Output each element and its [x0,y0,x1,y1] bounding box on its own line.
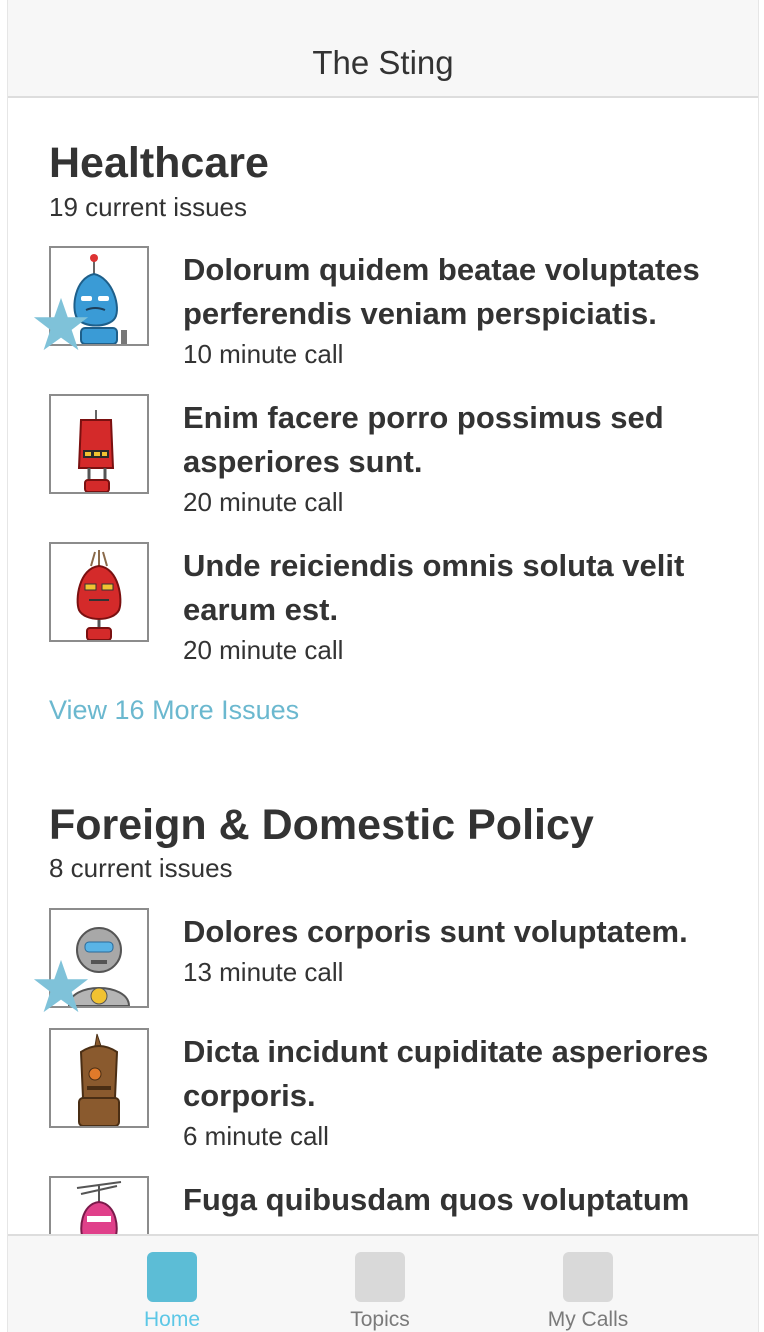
issue-item[interactable]: Dolorum quidem beatae voluptates perfere… [33,246,729,376]
robot-avatar [33,908,149,1013]
issue-item[interactable]: Dolores corporis sunt voluptatem. 13 min… [33,908,729,1018]
issue-item[interactable]: Dicta incidunt cupiditate asperiores cor… [49,1028,729,1158]
issues-feed[interactable]: Healthcare 19 current issues Dolorum qui… [8,98,758,1234]
home-icon [147,1252,197,1302]
issue-duration: 10 minute call [183,339,344,369]
robot-icon [76,550,122,640]
robot-avatar [49,542,149,642]
bottom-tab-bar: Home Topics My Calls [8,1234,758,1332]
section-count: 19 current issues [49,192,247,222]
robot-avatar [49,1028,149,1128]
issue-duration: 20 minute call [183,487,344,517]
robot-avatar [49,1176,149,1234]
issue-item[interactable]: Fuga quibusdam quos voluptatum [49,1176,729,1234]
tab-label: Home [143,1308,201,1331]
issue-title[interactable]: Fuga quibusdam quos voluptatum [183,1178,743,1222]
star-icon[interactable] [32,296,90,354]
issue-duration: 20 minute call [183,635,344,665]
robot-icon [77,410,115,492]
app-frame: The Sting Healthcare 19 current issues D… [7,0,759,1332]
section-title-foreign-domestic-policy: Foreign & Domestic Policy [49,801,594,849]
issue-title[interactable]: Enim facere porro possimus sed asperiore… [183,396,743,484]
robot-icon [78,1033,120,1126]
robot-avatar [33,246,149,351]
tab-topics[interactable]: Topics [310,1252,450,1332]
issue-title[interactable]: Dolores corporis sunt voluptatem. [183,910,743,954]
robot-avatar [49,394,149,494]
tab-label: Topics [350,1308,410,1331]
tab-label: My Calls [547,1308,629,1331]
section-title-healthcare: Healthcare [49,139,269,187]
view-more-issues-link[interactable]: View 16 More Issues [49,694,299,726]
issue-duration: 6 minute call [183,1121,329,1151]
topics-icon [355,1252,405,1302]
star-icon[interactable] [32,958,90,1016]
issue-title[interactable]: Unde reiciendis omnis soluta velit earum… [183,544,743,632]
section-count: 8 current issues [49,853,233,883]
app-title: The Sting [312,44,454,81]
tab-my-calls[interactable]: My Calls [518,1252,658,1332]
issue-title[interactable]: Dolorum quidem beatae voluptates perfere… [183,248,743,336]
tab-home[interactable]: Home [102,1252,242,1332]
issue-item[interactable]: Unde reiciendis omnis soluta velit earum… [49,542,729,672]
calls-icon [563,1252,613,1302]
robot-icon [76,1181,122,1234]
issue-title[interactable]: Dicta incidunt cupiditate asperiores cor… [183,1030,743,1118]
issue-item[interactable]: Enim facere porro possimus sed asperiore… [49,394,729,524]
issue-duration: 13 minute call [183,957,344,987]
top-nav-bar: The Sting [8,0,758,98]
